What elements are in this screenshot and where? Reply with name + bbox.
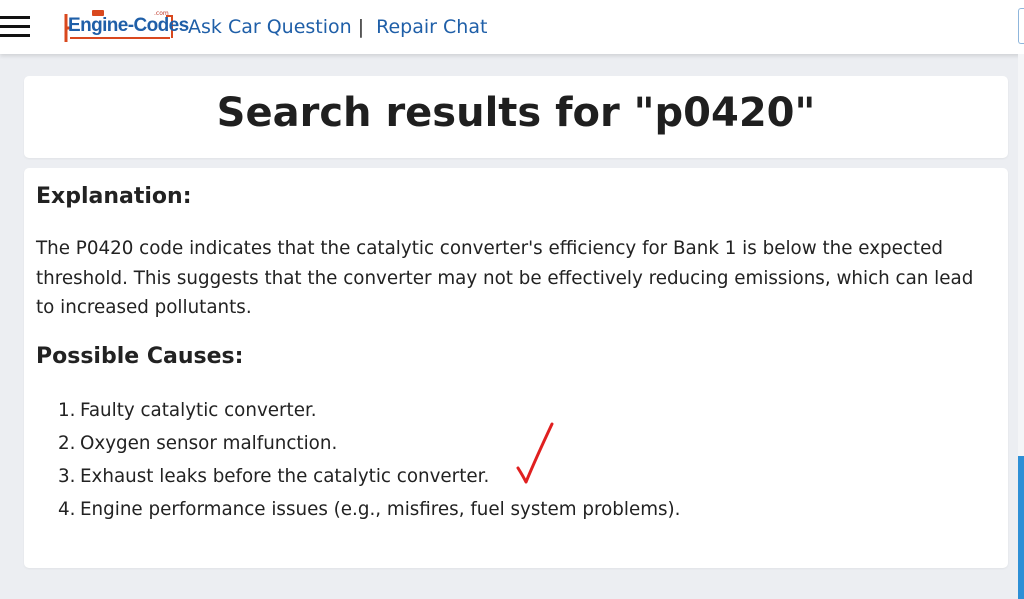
scrollbar-track[interactable] [1018,54,1024,599]
list-item-number: 4. [58,499,76,520]
hamburger-menu-icon[interactable] [0,16,30,38]
list-item-number: 1. [58,400,76,421]
list-item-number: 3. [58,466,76,487]
list-item-text: Oxygen sensor malfunction. [80,433,338,454]
logo-domain: .com [154,10,169,17]
header-side-button[interactable] [1018,8,1024,44]
list-item: 3. Exhaust leaks before the catalytic con… [58,460,681,493]
scrollbar-thumb[interactable] [1018,456,1024,599]
results-card: Explanation: The P0420 code indicates th… [24,168,1008,568]
header-nav: Ask Car Question | Repair Chat [188,16,487,38]
explanation-heading: Explanation: [36,184,192,209]
engine-codes-logo[interactable]: Engine-Codes .com [62,8,189,44]
top-header: Engine-Codes .com Ask Car Question | Repa… [0,0,1024,54]
possible-causes-heading: Possible Causes: [36,344,244,369]
list-item-text: Engine performance issues (e.g., misfire… [80,499,681,520]
list-item: 1. Faulty catalytic converter. [58,394,681,427]
list-item-text: Faulty catalytic converter. [80,400,317,421]
list-item: 4. Engine performance issues (e.g., misfi… [58,493,681,526]
causes-list: 1. Faulty catalytic converter. 2. Oxygen s… [58,394,681,526]
list-item-number: 2. [58,433,76,454]
nav-separator: | [357,16,365,38]
logo-text: Engine-Codes [68,15,189,36]
explanation-text: The P0420 code indicates that the cataly… [36,238,974,318]
checkmark-icon [516,422,554,484]
list-item-text: Exhaust leaks before the catalytic conve… [80,466,490,487]
list-item: 2. Oxygen sensor malfunction. [58,427,681,460]
ask-car-question-link[interactable]: Ask Car Question [188,16,352,38]
repair-chat-link[interactable]: Repair Chat [376,16,487,38]
page-title: Search results for "p0420" [216,90,816,136]
title-card: Search results for "p0420" [24,76,1008,158]
